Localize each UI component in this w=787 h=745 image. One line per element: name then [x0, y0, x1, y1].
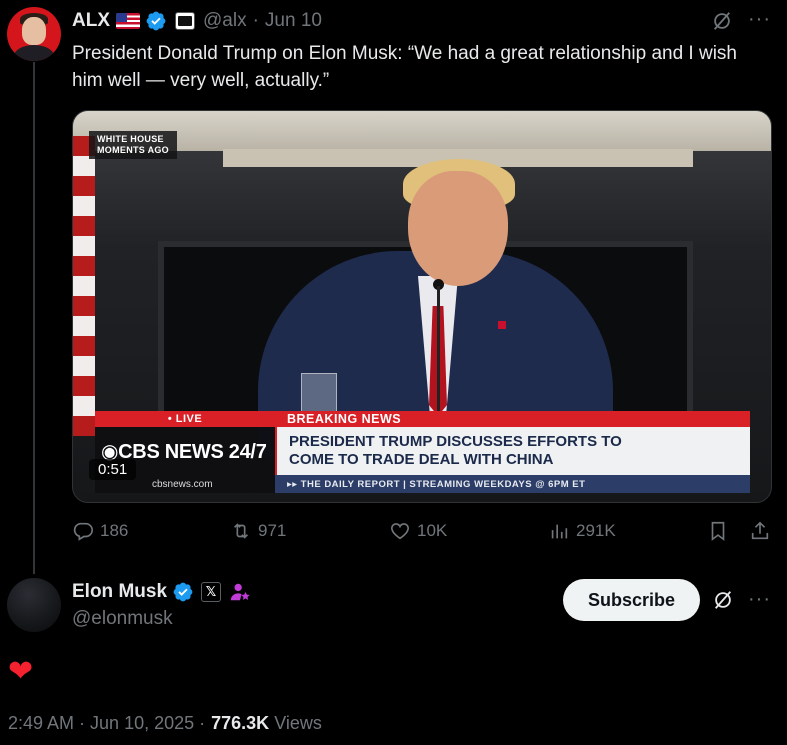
reply-icon [73, 522, 93, 541]
bookmark-icon [711, 521, 725, 541]
reply-button[interactable]: 186 [72, 520, 128, 542]
reply-date[interactable]: Jun 10, 2025 [90, 713, 194, 734]
affiliate-badge-icon[interactable] [175, 12, 195, 30]
author-handle[interactable]: @alx [203, 10, 247, 32]
tweet-header: ALX @alx · Jun 10 [72, 9, 322, 33]
reply-footer: 2:49 AM · Jun 10, 2025 · 776.3K Views [8, 713, 322, 734]
repost-icon [233, 523, 249, 539]
verified-badge-icon[interactable] [172, 581, 194, 603]
meta-separator: · [252, 10, 259, 31]
reply-count: 186 [100, 521, 129, 540]
verified-badge-icon[interactable] [145, 10, 167, 32]
share-button[interactable] [749, 520, 777, 542]
video-scene [73, 111, 771, 151]
footer-separator: · [79, 713, 86, 733]
video-player[interactable]: WHITE HOUSE MOMENTS AGO • LIVE BREAKING … [72, 110, 772, 503]
subscribe-button[interactable]: Subscribe [563, 579, 700, 621]
bookmark-button[interactable] [707, 520, 735, 542]
avatar-alx[interactable] [7, 7, 61, 61]
person-star-icon[interactable] [229, 581, 251, 603]
news-ticker: ▸▸ THE DAILY REPORT | STREAMING WEEKDAYS… [275, 475, 750, 493]
repost-button[interactable]: 971 [230, 520, 286, 542]
live-label: • LIVE [95, 411, 275, 427]
like-count: 10K [417, 521, 448, 540]
heart-icon [390, 523, 410, 540]
share-icon [751, 521, 769, 540]
footer-separator: · [199, 713, 206, 733]
news-headline: PRESIDENT TRUMP DISCUSSES EFFORTS TO COM… [275, 427, 750, 475]
views-label: Views [274, 713, 322, 733]
views-chart-icon [551, 524, 568, 539]
views-count: 291K [576, 521, 616, 540]
tweet-actions: 186 971 10K 291K [72, 520, 772, 546]
views-button[interactable]: 291K [548, 520, 616, 542]
views-total: 776.3K [211, 713, 270, 733]
reply-author-name[interactable]: Elon Musk [72, 581, 167, 603]
reply-time[interactable]: 2:49 AM [8, 713, 74, 734]
thread-connector-line [33, 62, 35, 574]
tweet-date[interactable]: Jun 10 [265, 10, 322, 32]
reply-author-handle[interactable]: @elonmusk [72, 608, 173, 630]
more-options-icon[interactable]: ··· [748, 8, 771, 31]
repost-count: 971 [258, 521, 287, 540]
us-flag-icon [116, 13, 140, 29]
news-lower-third: • LIVE BREAKING NEWS ◉CBS NEWS 24/7 PRES… [95, 411, 750, 493]
corner-bug: WHITE HOUSE MOMENTS AGO [89, 131, 177, 159]
breaking-news-label: BREAKING NEWS [275, 411, 750, 427]
x-affiliate-icon[interactable]: 𝕏 [201, 582, 222, 602]
reply-author-row: Elon Musk 𝕏 [72, 580, 251, 604]
reply-heart-emoji: ❤ [8, 655, 34, 688]
avatar-elonmusk[interactable] [7, 578, 61, 632]
flag-in-scene [73, 136, 95, 436]
author-name[interactable]: ALX [72, 10, 110, 32]
grok-icon[interactable] [712, 589, 734, 611]
video-duration: 0:51 [89, 459, 137, 480]
like-button[interactable]: 10K [389, 520, 447, 542]
tweet-text: President Donald Trump on Elon Musk: “We… [72, 43, 737, 91]
grok-icon[interactable] [711, 10, 733, 32]
more-options-icon[interactable]: ··· [748, 588, 771, 611]
